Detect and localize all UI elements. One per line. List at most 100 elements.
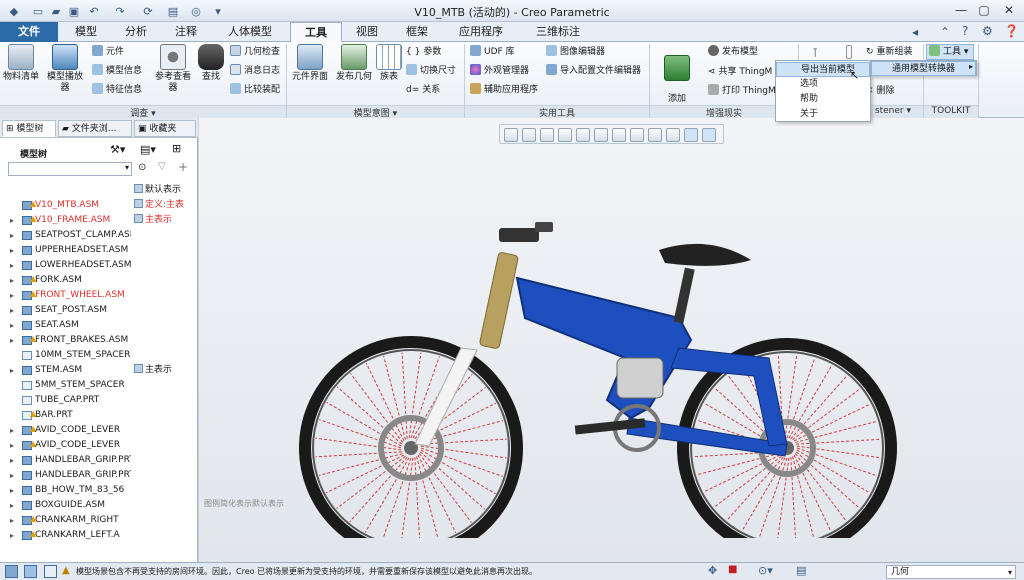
collapse-ribbon-icon[interactable]: ⌃ bbox=[940, 25, 950, 39]
datum-display-icon[interactable] bbox=[666, 128, 680, 142]
toolkit-tools-button[interactable]: 工具 ▾ bbox=[926, 44, 974, 60]
tree-item[interactable]: ▸ ▲ V10_FRAME.ASM 主表示 bbox=[0, 213, 198, 228]
share-thingmark-button[interactable]: ⋖ 共享 ThingM bbox=[708, 65, 772, 79]
saved-views-icon[interactable] bbox=[594, 128, 608, 142]
tree-item[interactable]: TUBE_CAP.PRT bbox=[0, 393, 198, 408]
frame[interactable] bbox=[515, 276, 788, 457]
expand-icon[interactable]: ▸ bbox=[10, 483, 18, 498]
tab-tools[interactable]: 工具 bbox=[290, 22, 342, 43]
expand-icon[interactable]: ▸ bbox=[10, 333, 18, 348]
relations-button[interactable]: d= 关系 bbox=[406, 83, 440, 97]
tab-applications[interactable]: 应用程序 bbox=[446, 22, 516, 42]
snap-icon[interactable]: ✥ bbox=[708, 564, 717, 577]
binoculars-search-icon[interactable]: ⊙ bbox=[138, 162, 146, 173]
compare-assembly-button[interactable]: 比较装配 bbox=[230, 83, 280, 97]
expand-icon[interactable]: ▸ bbox=[10, 423, 18, 438]
survey-group-label[interactable]: 调查 ▾ bbox=[0, 105, 286, 119]
feature-info-button[interactable]: 特征信息 bbox=[92, 83, 142, 97]
tree-item[interactable]: ▸ SEATPOST_CLAMP.ASM bbox=[0, 228, 198, 243]
tab-annotate[interactable]: 注释 bbox=[162, 22, 210, 42]
expand-icon[interactable]: ▸ bbox=[10, 528, 18, 543]
tree-item[interactable]: ▸ STEM.ASM 主表示 bbox=[0, 363, 198, 378]
tree-item[interactable]: ▸ BB_HOW_TM_83_56 bbox=[0, 483, 198, 498]
display-style-icon[interactable] bbox=[612, 128, 626, 142]
model-intent-group-label[interactable]: 模型意图 ▾ bbox=[287, 105, 464, 119]
menu-item-universal-converter[interactable]: 通用模型转换器 bbox=[871, 61, 976, 76]
annotation-display-icon[interactable] bbox=[684, 128, 698, 142]
tree-item[interactable]: ▸ ▲ FRONT_WHEEL.ASM bbox=[0, 288, 198, 303]
spin-center-icon[interactable] bbox=[702, 128, 716, 142]
tree-item[interactable]: ▸ ▲ CRANKARM_LEFT.A bbox=[0, 528, 198, 543]
tree-item[interactable]: ▸ HANDLEBAR_GRIP.PRT bbox=[0, 453, 198, 468]
tree-item[interactable]: ▸ ▲ AVID_CODE_LEVER bbox=[0, 423, 198, 438]
aux-apps-button[interactable]: 辅助应用程序 bbox=[470, 83, 538, 97]
tree-item[interactable]: ▸ SEAT_POST.ASM bbox=[0, 303, 198, 318]
bom-button[interactable]: 物料清单 bbox=[2, 44, 40, 83]
refit-icon[interactable] bbox=[504, 128, 518, 142]
tree-settings-icon[interactable]: ⚒▾ bbox=[110, 143, 125, 156]
udf-library-button[interactable]: UDF 库 bbox=[470, 45, 515, 59]
fastener-bolt-icon[interactable] bbox=[846, 45, 852, 59]
tab-analysis[interactable]: 分析 bbox=[112, 22, 160, 42]
close-icon[interactable]: ✕ bbox=[1000, 3, 1018, 18]
navigator-icon[interactable] bbox=[5, 565, 18, 578]
tab-folder-browser[interactable]: ▰ 文件夹浏... bbox=[58, 120, 132, 137]
tree-item[interactable]: 10MM_STEM_SPACER bbox=[0, 348, 198, 363]
tree-item[interactable]: ▸ UPPERHEADSET.ASM bbox=[0, 243, 198, 258]
publish-model-button[interactable]: 发布模型 bbox=[708, 45, 758, 59]
find-button[interactable]: 查找 bbox=[196, 44, 226, 83]
repaint-icon[interactable] bbox=[558, 128, 572, 142]
front-wheel[interactable] bbox=[299, 336, 523, 538]
tab-model[interactable]: 模型 bbox=[62, 22, 110, 42]
rear-shock[interactable] bbox=[616, 357, 664, 399]
tree-item[interactable]: ▸ SEAT.ASM bbox=[0, 318, 198, 333]
help-center-icon[interactable]: ❓ bbox=[1004, 24, 1019, 38]
tab-file[interactable]: 文件 bbox=[0, 22, 58, 42]
tree-item[interactable]: ▸ HANDLEBAR_GRIP.PRT bbox=[0, 468, 198, 483]
tree-filter-icon[interactable]: ⊞ bbox=[172, 142, 181, 155]
zoom-in-icon[interactable] bbox=[522, 128, 536, 142]
expand-icon[interactable]: ▸ bbox=[10, 318, 18, 333]
seat[interactable] bbox=[659, 243, 751, 324]
expand-icon[interactable]: ▸ bbox=[10, 258, 18, 273]
model-player-button[interactable]: 模型播放器 bbox=[44, 44, 86, 94]
scroll-left-icon[interactable]: ◂ bbox=[912, 25, 918, 39]
tree-item[interactable]: 5MM_STEM_SPACER bbox=[0, 378, 198, 393]
tree-item[interactable]: ▸ ▲ FRONT_BRAKES.ASM bbox=[0, 333, 198, 348]
tree-item[interactable]: ▸ LOWERHEADSET.ASM bbox=[0, 258, 198, 273]
expand-icon[interactable]: ▸ bbox=[10, 438, 18, 453]
expand-icon[interactable]: ▸ bbox=[10, 288, 18, 303]
minimize-icon[interactable]: — bbox=[952, 3, 970, 18]
expand-icon[interactable]: ▸ bbox=[10, 243, 18, 258]
tab-3d-annotation[interactable]: 三维标注 bbox=[520, 22, 596, 42]
expand-icon[interactable]: ▸ bbox=[10, 213, 18, 228]
tree-item[interactable]: ▲ V10_MTB.ASM 定义:主表 bbox=[0, 198, 198, 213]
selection-filter-icon[interactable]: ▤ bbox=[796, 564, 806, 577]
handlebar[interactable] bbox=[499, 222, 553, 242]
reorient-icon[interactable] bbox=[576, 128, 590, 142]
regenerate-assembly-button[interactable]: ↻ 重新组装 bbox=[866, 45, 913, 59]
component-interface-button[interactable]: 元件界面 bbox=[290, 44, 330, 83]
appearance-manager-button[interactable]: 外观管理器 bbox=[470, 64, 529, 78]
import-config-editor-button[interactable]: 导入配置文件编辑器 bbox=[546, 64, 641, 78]
view-manager-icon[interactable] bbox=[630, 128, 644, 142]
search-dropdown-icon[interactable]: ▾ bbox=[125, 163, 129, 172]
tree-item[interactable]: ▲ BAR.PRT bbox=[0, 408, 198, 423]
bike-model[interactable] bbox=[299, 208, 899, 538]
browser-icon[interactable] bbox=[24, 565, 37, 578]
add-icon[interactable]: + bbox=[178, 160, 188, 174]
filter-icon[interactable]: ▽ bbox=[158, 161, 166, 172]
expand-icon[interactable]: ▸ bbox=[10, 363, 18, 378]
tree-search-input[interactable]: ▾ bbox=[8, 162, 132, 176]
print-thingmark-button[interactable]: 打印 ThingM bbox=[708, 84, 776, 98]
perspective-icon[interactable] bbox=[648, 128, 662, 142]
expand-icon[interactable]: ▸ bbox=[10, 303, 18, 318]
tab-view[interactable]: 视图 bbox=[344, 22, 390, 42]
tab-manikin[interactable]: 人体模型 bbox=[214, 22, 286, 42]
expand-icon[interactable]: ▸ bbox=[10, 228, 18, 243]
selection-filter-dropdown[interactable]: 几何 ▾ bbox=[886, 565, 1016, 579]
tree-item[interactable]: ▸ ▲ CRANKARM_RIGHT bbox=[0, 513, 198, 528]
settings-icon[interactable]: ⚙ bbox=[982, 24, 993, 38]
tab-favorites[interactable]: ▣ 收藏夹 bbox=[134, 120, 196, 137]
tab-framework[interactable]: 框架 bbox=[394, 22, 440, 42]
